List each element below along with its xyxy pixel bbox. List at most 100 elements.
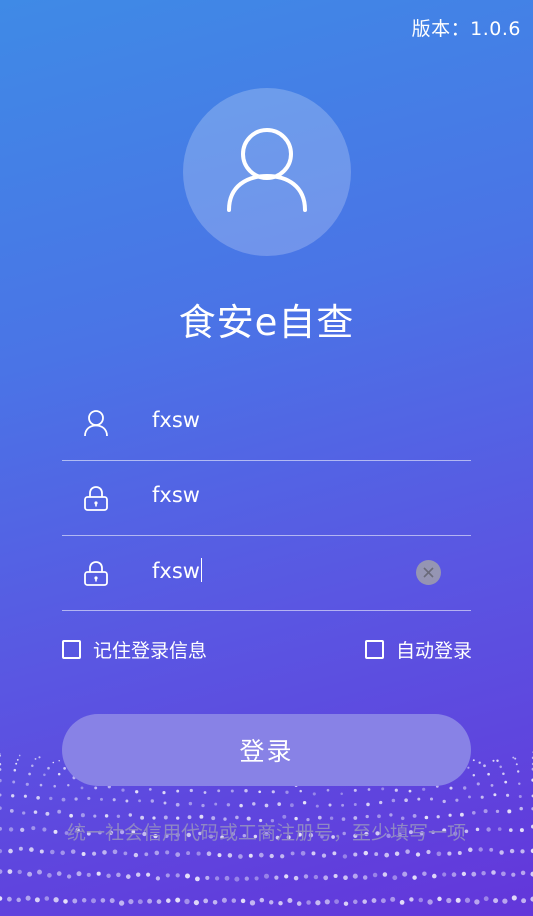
remember-option[interactable]: 记住登录信息	[62, 636, 207, 663]
particle-dot	[333, 873, 338, 879]
particle-dot	[45, 811, 50, 816]
particle-dot	[472, 773, 476, 777]
particle-dot	[194, 876, 200, 882]
particle-dot	[16, 897, 21, 903]
particle-dot	[493, 898, 499, 904]
particle-dot	[148, 788, 152, 791]
particle-dot	[0, 793, 2, 797]
particle-dot	[34, 897, 40, 903]
particle-dot	[188, 801, 193, 806]
particle-dot	[234, 876, 240, 882]
particle-dot	[391, 798, 396, 803]
particle-dot	[128, 813, 133, 817]
particle-dot	[72, 898, 78, 904]
particle-dot	[311, 851, 316, 856]
particle-dot	[353, 899, 358, 905]
particle-dot	[102, 850, 107, 855]
particle-dot	[138, 799, 142, 803]
third-field[interactable]: fxsw	[62, 536, 471, 611]
particle-dot	[23, 794, 27, 798]
particle-dot	[392, 875, 398, 881]
particle-dot	[271, 790, 275, 794]
auto-login-option[interactable]: 自动登录	[365, 636, 472, 663]
user-avatar-icon	[227, 128, 307, 212]
particle-dot	[123, 851, 128, 856]
auto-login-label: 自动登录	[396, 640, 473, 662]
particle-dot	[285, 790, 289, 794]
particle-dot	[493, 793, 497, 797]
particle-dot	[422, 787, 426, 791]
password-field[interactable]: fxsw	[62, 461, 471, 536]
auto-login-checkbox[interactable]	[365, 640, 384, 659]
remember-checkbox[interactable]	[62, 640, 81, 659]
particle-dot	[463, 786, 467, 790]
particle-dot	[491, 870, 496, 875]
particle-dot	[371, 898, 377, 904]
particle-dot	[343, 901, 349, 906]
particle-dot	[165, 850, 170, 855]
particle-dot	[394, 788, 398, 792]
particle-dot	[12, 780, 16, 784]
particle-dot	[70, 849, 76, 854]
particle-dot	[76, 871, 82, 877]
particle-dot	[81, 898, 87, 903]
particle-dot	[380, 898, 386, 904]
particle-dot	[324, 899, 330, 905]
particle-dot	[63, 899, 68, 904]
particle-dot	[511, 872, 516, 877]
particle-dot	[0, 762, 2, 766]
particle-dot	[56, 871, 62, 876]
particle-dot	[43, 773, 46, 777]
user-icon	[84, 410, 108, 437]
particle-dot	[227, 853, 233, 858]
registration-hint: 统一社会信用代码或工商注册号，至少填写一项	[66, 822, 466, 844]
particle-dot	[362, 875, 368, 880]
particle-dot	[520, 870, 526, 876]
particle-dot	[9, 809, 14, 813]
particle-dot	[341, 803, 345, 807]
particle-dot	[80, 813, 85, 818]
particle-dot	[230, 789, 234, 793]
particle-dot	[511, 895, 517, 901]
particle-dot	[478, 847, 483, 852]
particle-dot	[53, 784, 56, 788]
particle-dot	[125, 799, 129, 803]
particle-dot	[217, 853, 222, 858]
particle-dot	[217, 789, 221, 793]
particle-dot	[25, 895, 31, 901]
particle-dot	[471, 871, 477, 877]
particle-dot	[299, 789, 302, 793]
particle-dot	[496, 759, 499, 762]
remember-label: 记住登录信息	[93, 640, 208, 662]
particle-dot	[248, 853, 253, 858]
particle-dot	[461, 871, 467, 877]
username-field[interactable]: fxsw	[62, 386, 471, 461]
text-caret	[200, 558, 203, 582]
particle-dot	[31, 764, 34, 768]
particle-dot	[502, 898, 508, 904]
particle-dot	[290, 851, 295, 856]
particle-dot	[156, 899, 162, 904]
login-button[interactable]: 登录	[62, 714, 471, 786]
particle-dot	[15, 762, 18, 765]
particle-dot	[455, 897, 461, 903]
particle-dot	[519, 806, 523, 811]
particle-dot	[49, 796, 53, 801]
particle-dot	[66, 874, 72, 879]
particle-dot	[293, 875, 299, 881]
particle-dot	[50, 849, 55, 855]
particle-dot	[184, 898, 190, 905]
clear-input-button[interactable]	[416, 560, 441, 585]
particle-dot	[112, 798, 116, 802]
particle-dot	[442, 799, 446, 804]
particle-dot	[61, 797, 66, 802]
particle-dot	[437, 896, 442, 902]
particle-dot	[487, 772, 490, 776]
particle-dot	[186, 851, 191, 856]
particle-dot	[175, 897, 181, 903]
particle-dot	[284, 874, 289, 879]
particle-dot	[394, 851, 400, 856]
particle-dot	[37, 869, 42, 875]
particle-dot	[29, 847, 34, 852]
particle-dot	[58, 760, 60, 762]
